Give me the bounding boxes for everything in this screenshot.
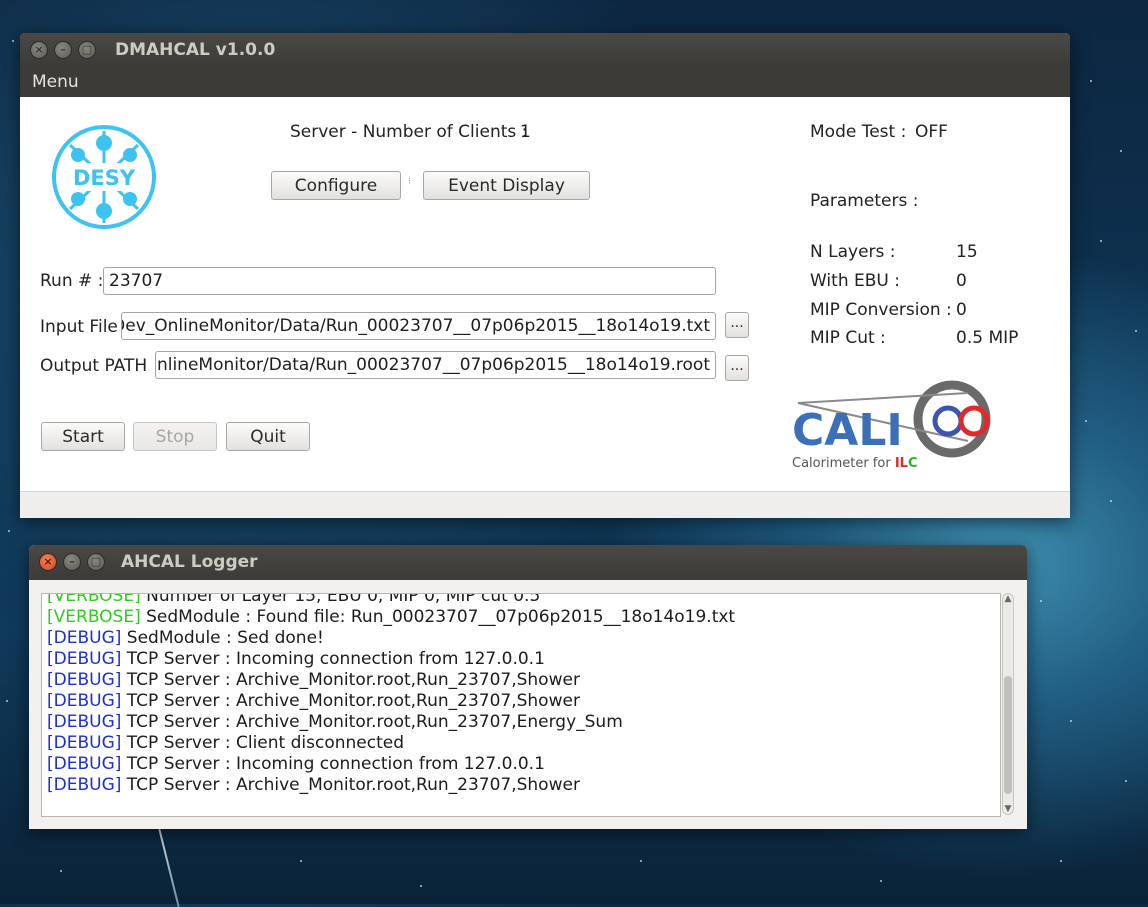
window-title: AHCAL Logger (121, 552, 258, 572)
log-line: [DEBUG] SedModule : Sed done! (47, 628, 324, 649)
desy-logo: DESY (52, 125, 156, 229)
dmahcal-window: × – □ DMAHCAL v1.0.0 Menu DESY Server - … (20, 33, 1070, 518)
menu-item[interactable]: Menu (20, 67, 91, 97)
param-value: 0 (956, 271, 967, 291)
log-message: Number of Layer 15, EBU 0, MIP 0, MIP cu… (140, 593, 541, 606)
start-button[interactable]: Start (41, 422, 125, 451)
parameters-label: Parameters : (810, 191, 919, 211)
input-file-field[interactable]: /Dev_OnlineMonitor/Data/Run_00023707__07… (121, 312, 716, 340)
param-value: 15 (956, 242, 978, 262)
log-line: [DEBUG] TCP Server : Client disconnected (47, 733, 404, 754)
log-line: [DEBUG] TCP Server : Archive_Monitor.roo… (47, 670, 580, 691)
input-file-browse-button[interactable]: ... (725, 312, 749, 338)
maximize-button[interactable]: □ (78, 41, 96, 59)
stop-button[interactable]: Stop (133, 422, 217, 451)
param-name: N Layers : (810, 242, 896, 262)
log-message: TCP Server : Incoming connection from 12… (121, 649, 545, 669)
ahcal-logger-window: × – □ AHCAL Logger [VERBOSE] Number of L… (29, 545, 1027, 829)
scroll-up-arrow-icon[interactable]: ▲ (1003, 594, 1013, 604)
log-message: SedModule : Sed done! (121, 628, 324, 648)
log-line: [DEBUG] TCP Server : Incoming connection… (47, 649, 545, 670)
splitter-handle[interactable]: ⁝ (408, 176, 411, 187)
main-content: DESY Server - Number of Clients : 1 Conf… (20, 97, 1070, 491)
minimize-button[interactable]: – (54, 41, 72, 59)
log-line: [DEBUG] TCP Server : Archive_Monitor.roo… (47, 775, 580, 796)
log-message: TCP Server : Archive_Monitor.root,Run_23… (121, 691, 580, 711)
log-message: TCP Server : Client disconnected (121, 733, 404, 753)
output-path-browse-button[interactable]: ... (725, 355, 749, 381)
scroll-down-arrow-icon[interactable]: ▼ (1003, 804, 1013, 814)
mode-test-value: OFF (915, 122, 948, 142)
run-label: Run # : (40, 271, 104, 291)
configure-button[interactable]: Configure (271, 171, 401, 200)
event-display-button[interactable]: Event Display (423, 171, 590, 200)
run-number-input[interactable]: 23707 (103, 267, 716, 295)
output-path-field[interactable]: _OnlineMonitor/Data/Run_00023707__07p06p… (155, 351, 716, 379)
log-line: [VERBOSE] SedModule : Found file: Run_00… (47, 607, 735, 628)
input-file-value: /Dev_OnlineMonitor/Data/Run_00023707__07… (121, 316, 710, 336)
log-line: [VERBOSE] Number of Layer 15, EBU 0, MIP… (47, 593, 541, 607)
main-titlebar[interactable]: × – □ DMAHCAL v1.0.0 (20, 33, 1070, 67)
server-clients-label: Server - Number of Clients : (290, 122, 528, 142)
log-line: [DEBUG] TCP Server : Archive_Monitor.roo… (47, 712, 623, 733)
param-name: With EBU : (810, 271, 900, 291)
log-level-tag: [DEBUG] (47, 754, 122, 774)
log-level-tag: [VERBOSE] (47, 593, 141, 606)
mode-test-label: Mode Test : (810, 122, 907, 142)
log-level-tag: [DEBUG] (47, 775, 122, 795)
scrollbar-thumb[interactable] (1004, 676, 1012, 794)
log-message: TCP Server : Archive_Monitor.root,Run_23… (121, 775, 580, 795)
svg-text:CALI: CALI (792, 405, 903, 456)
log-message: TCP Server : Archive_Monitor.root,Run_23… (121, 712, 623, 732)
log-scrollbar[interactable]: ▲ ▼ (1002, 593, 1014, 815)
close-button[interactable]: × (39, 553, 57, 571)
minimize-button[interactable]: – (63, 553, 81, 571)
log-level-tag: [VERBOSE] (47, 607, 141, 627)
param-value: 0.5 MIP (956, 328, 1019, 348)
log-line: [DEBUG] TCP Server : Incoming connection… (47, 754, 545, 775)
log-output[interactable]: [VERBOSE] Number of Layer 15, EBU 0, MIP… (41, 593, 1001, 817)
svg-text:Calorimeter for ILC: Calorimeter for ILC (792, 456, 918, 471)
log-level-tag: [DEBUG] (47, 733, 122, 753)
log-level-tag: [DEBUG] (47, 628, 122, 648)
log-message: TCP Server : Incoming connection from 12… (121, 754, 545, 774)
output-path-value: _OnlineMonitor/Data/Run_00023707__07p06p… (155, 355, 710, 375)
param-value: 0 (956, 300, 967, 320)
calice-logo: CALI Calorimeter for ILC (792, 380, 991, 471)
window-title: DMAHCAL v1.0.0 (115, 40, 276, 60)
param-name: MIP Conversion : (810, 300, 952, 320)
maximize-button[interactable]: □ (87, 553, 105, 571)
server-clients-value: 1 (520, 122, 531, 142)
log-message: TCP Server : Archive_Monitor.root,Run_23… (121, 670, 580, 690)
menubar: Menu (20, 67, 1070, 97)
svg-text:DESY: DESY (73, 166, 136, 190)
statusbar (20, 491, 1070, 518)
log-message: SedModule : Found file: Run_00023707__07… (140, 607, 736, 627)
param-name: MIP Cut : (810, 328, 886, 348)
logger-titlebar[interactable]: × – □ AHCAL Logger (29, 545, 1027, 580)
log-line: [DEBUG] TCP Server : Archive_Monitor.roo… (47, 691, 580, 712)
output-path-label: Output PATH (40, 356, 148, 376)
log-level-tag: [DEBUG] (47, 649, 122, 669)
log-level-tag: [DEBUG] (47, 691, 122, 711)
log-level-tag: [DEBUG] (47, 670, 122, 690)
input-file-label: Input File (40, 317, 118, 337)
close-button[interactable]: × (30, 41, 48, 59)
log-level-tag: [DEBUG] (47, 712, 122, 732)
quit-button[interactable]: Quit (226, 422, 310, 451)
